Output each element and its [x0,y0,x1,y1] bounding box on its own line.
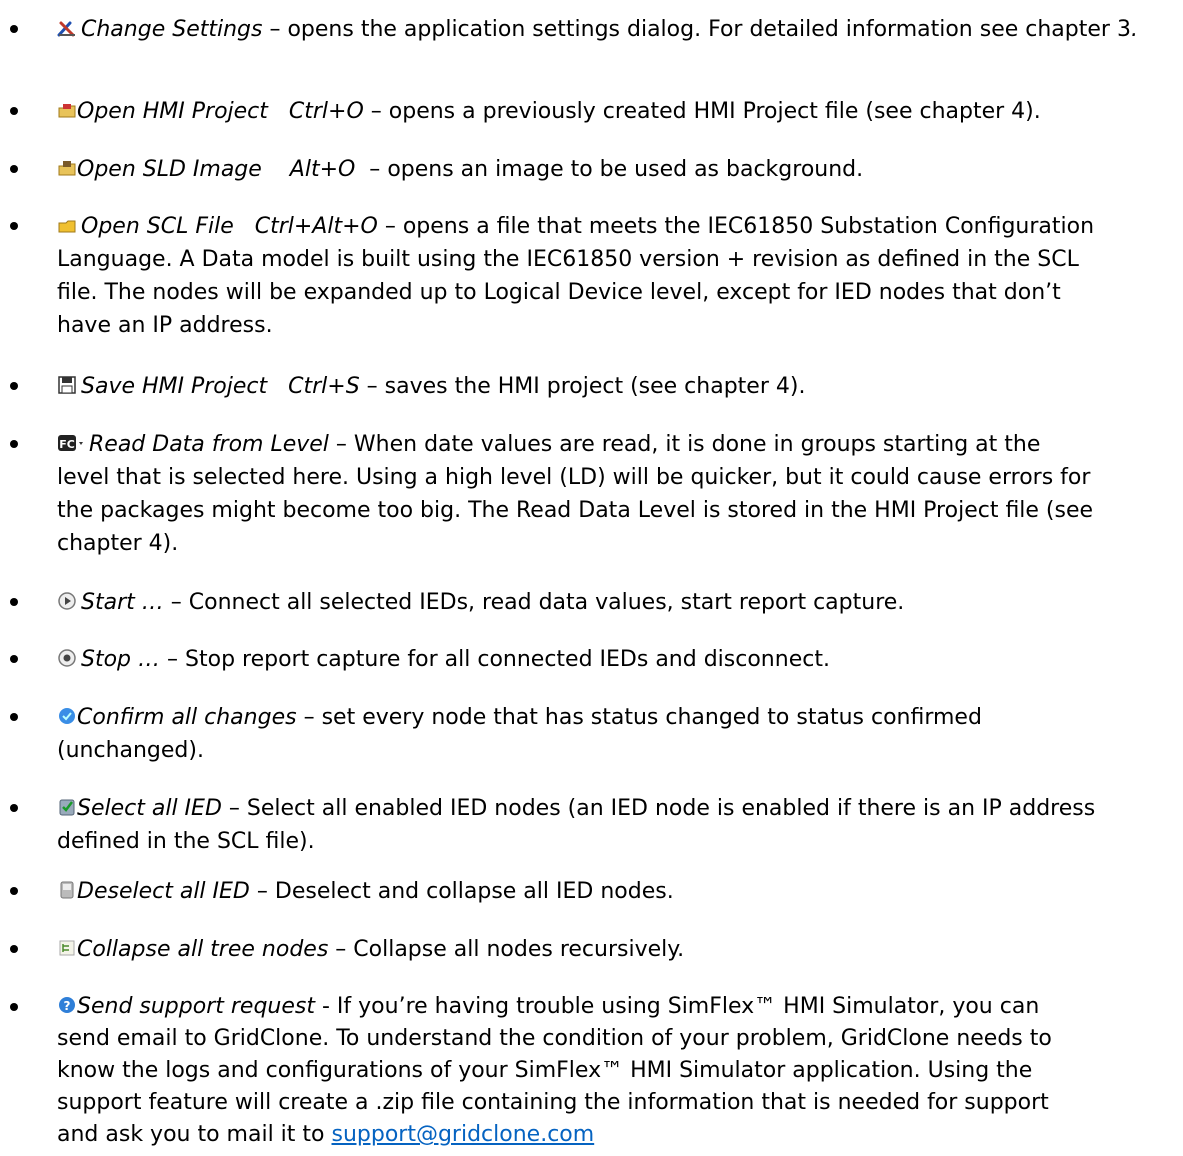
separator: – [249,879,275,904]
item-description: Collapse all nodes recursively. [353,937,685,962]
separator: – [328,432,354,457]
separator: – [362,157,388,182]
bullet [10,165,18,173]
item-description-line: Language. A Data model is built using th… [57,247,1079,272]
collapse-tree-icon [57,938,77,958]
item-description: opens an image to be used as background. [387,157,864,182]
bullet [10,440,18,448]
separator: – [262,17,288,42]
separator: – [328,937,354,962]
bullet [10,222,18,230]
item-description: opens a previously created HMI Project f… [388,99,1041,124]
item-description-line: set every node that has status changed t… [321,705,982,730]
item-title: Change Settings [81,17,263,42]
separator: - [314,994,337,1019]
item-title: Deselect all IED [77,879,250,904]
fc-level-dropdown-icon: FC [57,433,85,453]
item-title: Save HMI Project Ctrl+S [81,374,360,399]
separator: – [377,214,403,239]
settings-tools-icon [57,18,77,38]
bullet [10,804,18,812]
item-description-line: and ask you to mail it to [57,1122,332,1147]
item-title: Confirm all changes [77,705,297,730]
item-description-line: level that is selected here. Using a hig… [57,465,1091,490]
bullet [10,382,18,390]
item-description: saves the HMI project (see chapter 4). [384,374,806,399]
item-title: Stop … [81,647,161,672]
item-description-line: Select all enabled IED nodes (an IED nod… [246,796,1096,821]
save-disk-icon [57,375,77,395]
separator: – [160,647,186,672]
confirm-changes-icon [57,706,77,726]
item-description: Deselect and collapse all IED nodes. [274,879,674,904]
bullet [10,107,18,115]
item-title: Read Data from Level [89,432,329,457]
item-description-line: support feature will create a .zip file … [57,1090,1049,1115]
item-description: Stop report capture for all connected IE… [185,647,830,672]
item-description: opens the application settings dialog. F… [287,17,1131,42]
bullet [10,1003,18,1011]
separator: – [359,374,385,399]
bullet [10,25,18,33]
separator: – [163,590,189,615]
item-title: Select all IED [77,796,222,821]
start-play-icon [57,591,77,611]
item-description-line: defined in the SCL file). [57,829,315,854]
bullet [10,945,18,953]
item-description-line: chapter 4). [57,531,179,556]
bullet [10,655,18,663]
item-description: Connect all selected IEDs, read data val… [188,590,905,615]
item-description-line: the packages might become too big. The R… [57,498,1094,523]
item-description-line: send email to GridClone. To understand t… [57,1026,1052,1051]
open-scl-file-icon [57,215,77,235]
bullet [10,713,18,721]
item-description-line: If you’re having trouble using SimFlex™ … [336,994,1040,1019]
item-description-line: file. The nodes will be expanded up to L… [57,280,1061,305]
bullet [10,598,18,606]
description-tail: . [1130,17,1138,42]
separator: – [363,99,389,124]
item-title: Open SLD Image Alt+O [77,157,363,182]
item-description-line: know the logs and configurations of your… [57,1058,1033,1083]
bullet [10,887,18,895]
item-description-line: have an IP address. [57,313,273,338]
item-description-line: When date values are read, it is done in… [353,432,1041,457]
item-title: Start … [81,590,164,615]
item-description-line: opens a file that meets the IEC61850 Sub… [402,214,1095,239]
svg-text:FC: FC [59,438,75,451]
stop-icon [57,648,77,668]
item-title: Collapse all tree nodes [77,937,329,962]
svg-text:?: ? [64,999,71,1013]
separator: – [296,705,322,730]
item-title: Open SCL File Ctrl+Alt+O [81,214,378,239]
support-email-link[interactable]: support@gridclone.com [332,1122,595,1147]
item-description-line: (unchanged). [57,738,204,763]
deselect-all-ied-icon [57,880,77,900]
item-title: Send support request [77,994,315,1019]
separator: – [221,796,247,821]
support-request-icon: ? [57,995,77,1015]
item-title: Open HMI Project Ctrl+O [77,99,364,124]
select-all-ied-icon [57,797,77,817]
open-sld-image-icon [57,158,77,178]
open-hmi-project-icon [57,100,77,120]
